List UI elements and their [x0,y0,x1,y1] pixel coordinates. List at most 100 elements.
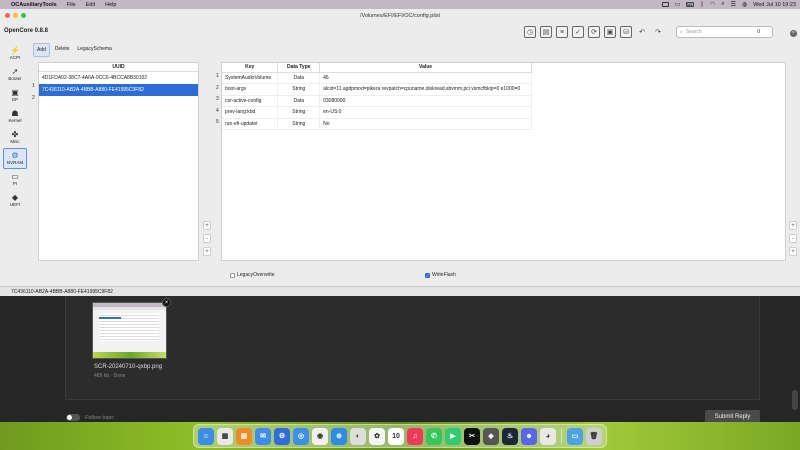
safari-alt-icon[interactable]: ◉ [312,427,328,445]
messages-icon[interactable]: ✆ [426,427,442,445]
bluetooth-icon[interactable]: ᛒ [700,2,704,8]
battery-icon[interactable]: ▭ [675,1,681,8]
facetime-icon[interactable]: ▶ [445,427,461,445]
checkbox-box[interactable] [230,272,235,278]
menu-help[interactable]: Help [105,2,116,8]
key-value-row[interactable]: SystemAudioVolume Data 46 [222,72,532,84]
cell-key[interactable]: SystemAudioVolume [222,72,279,84]
key-value-row[interactable]: prev-lang:kbd String en-US:0 [222,106,532,119]
uuid-row-selected[interactable]: 7C436110-AB2A-4BBB-A880-FE41995C9F82 [39,84,198,96]
write-flash-checkbox[interactable]: ✓ WriteFlash [425,272,456,278]
mail-icon[interactable]: ✉ [255,427,271,445]
column-value[interactable]: Value [319,63,532,73]
remove-key-button[interactable]: - [789,234,797,243]
menu-clock[interactable]: Wed Jul 10 19:23 [753,2,796,8]
trash-icon[interactable]: 🗑 [585,427,602,445]
zoom-window-button[interactable] [21,13,26,18]
scrollbar[interactable] [792,390,798,410]
column-data-type[interactable]: Data Type [277,63,321,73]
cell-data-type[interactable]: String [277,118,321,130]
cell-value[interactable]: 03080000 [319,95,532,107]
tab-legacy-schema[interactable]: LegacySchema [74,43,114,57]
toggle-switch[interactable] [66,414,80,421]
cell-value[interactable]: No [319,118,532,130]
search-field[interactable]: ⌕ Search 0 [676,26,773,38]
sidebar-item-dp[interactable]: ▣ DP [0,85,30,106]
cell-key[interactable]: prev-lang:kbd [222,106,279,119]
safari-icon[interactable]: ⊕ [331,427,347,445]
cell-data-type[interactable]: String [277,83,321,96]
music-icon[interactable]: ♫ [407,427,423,445]
sidebar-item-misc[interactable]: ✤ Misc [0,127,30,148]
screen-record-icon[interactable] [661,2,669,7]
cpu-icon[interactable]: ◈ [483,427,499,445]
follow-topic-toggle[interactable]: Follow topic [66,414,114,421]
add-key-button[interactable]: + [789,221,797,230]
app-store-icon[interactable]: ◎ [293,427,309,445]
remove-uuid-button[interactable]: - [203,234,211,243]
check-icon[interactable]: ✓ [572,26,584,38]
checkbox-box-checked[interactable]: ✓ [425,272,430,278]
more-uuid-button[interactable]: + [203,247,211,256]
launchpad-icon[interactable]: ▦ [217,427,233,445]
capcut-icon[interactable]: ✂ [464,427,480,445]
close-window-button[interactable] [5,13,10,18]
cell-key[interactable]: csr-active-config [222,95,279,107]
sidebar-item-acpi[interactable]: ⚡ ACPI [0,43,30,64]
discord-icon[interactable]: ☻ [521,427,537,445]
menu-app-name[interactable]: OCAuxiliaryTools [11,2,57,8]
legacy-overwrite-checkbox[interactable]: LegacyOverwrite [230,272,425,278]
database-icon[interactable]: ≡ [556,26,568,38]
chrome-alt-icon[interactable]: ◐ [350,427,366,445]
remove-attachment-icon[interactable]: × [162,298,171,307]
input-source-badge[interactable]: FR [686,2,695,7]
settings-icon[interactable]: ⚙ [274,427,290,445]
cell-value[interactable]: en-US:0 [319,106,532,119]
photos-icon[interactable]: ✿ [369,427,385,445]
cell-value[interactable]: alcid=11 agdpmod=pikera revpatch=cpuname… [319,83,532,96]
key-value-row[interactable]: csr-active-config Data 03080000 [222,95,532,107]
cell-value[interactable]: 46 [319,72,532,84]
folder-icon[interactable]: ▭ [566,427,583,445]
storage-icon[interactable]: ⛁ [620,26,632,38]
update-icon[interactable]: ⟳ [588,26,600,38]
sidebar-item-nvram[interactable]: ⚙ NVRAM [3,148,27,169]
sidebar-item-uefi[interactable]: ◆ UEFI [0,190,30,211]
cell-key[interactable]: boot-args [222,83,279,96]
attachment-thumbnail[interactable] [92,302,167,359]
key-value-row[interactable]: boot-args String alcid=11 agdpmod=pikera r… [222,83,532,96]
chrome-icon[interactable]: ◕ [540,427,556,445]
control-center-icon[interactable]: ☰ [731,1,736,8]
photos-grid-icon[interactable]: ▥ [236,427,252,445]
search-clear-icon[interactable]: × [790,30,797,37]
disk-icon[interactable]: ▣ [604,26,616,38]
add-uuid-button[interactable]: + [203,221,211,230]
sidebar-item-pi[interactable]: ▭ PI [0,169,30,190]
finder-icon[interactable]: ☺ [198,427,214,445]
steam-icon[interactable]: ♨ [502,427,518,445]
more-key-button[interactable]: + [789,247,797,256]
menu-file[interactable]: File [67,2,76,8]
sidebar-item-kernel[interactable]: ☗ Kernel [0,106,30,127]
cell-data-type[interactable]: Data [277,95,321,107]
history-icon[interactable]: ◷ [524,26,536,38]
tab-add[interactable]: Add [33,43,50,57]
sidebar-item-booter[interactable]: ➚ Booter [0,64,30,85]
search-menu-icon[interactable]: ⌕ [721,1,724,8]
undo-icon[interactable]: ↶ [636,26,648,38]
cell-data-type[interactable]: String [277,106,321,119]
key-value-row[interactable]: run-efi-updater String No [222,118,532,130]
uuid-row[interactable]: 4D1FDA02-38C7-4A6A-9CC6-4BCCA8B30102 [39,72,198,84]
grid-icon[interactable]: ▤ [540,26,552,38]
redo-icon[interactable]: ↷ [652,26,664,38]
cell-data-type[interactable]: Data [277,72,321,84]
minimize-window-button[interactable] [13,13,18,18]
siri-icon[interactable]: ◍ [742,1,747,8]
wifi-icon[interactable]: ◠ [710,1,715,8]
tab-delete[interactable]: Delete [52,43,72,57]
uuid-row-number: 2 [32,95,35,101]
column-key[interactable]: Key [222,63,279,73]
calendar-icon[interactable]: 10 [388,427,404,445]
cell-key[interactable]: run-efi-updater [222,118,279,130]
menu-edit[interactable]: Edit [86,2,95,8]
